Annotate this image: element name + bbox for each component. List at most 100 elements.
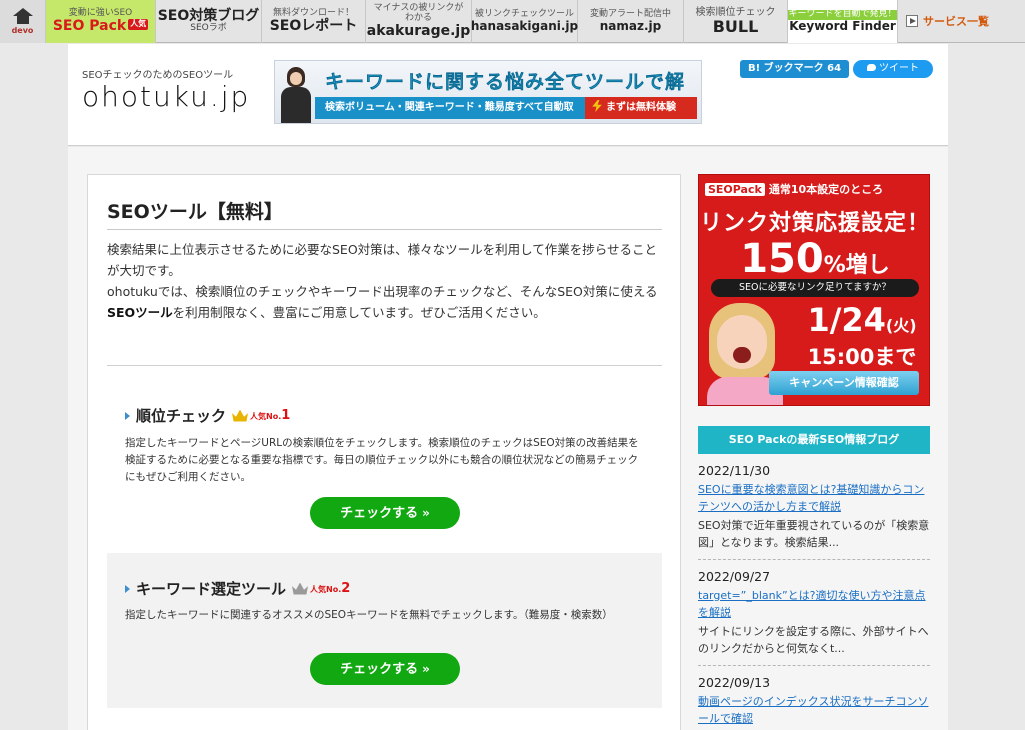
nav-item-title: BULL (712, 17, 759, 37)
ad-percent-value: 150 (740, 236, 824, 282)
nav-item-title: hanasakigani.jp (470, 18, 579, 33)
double-chevron-right-icon: » (422, 662, 430, 676)
arrow-right-icon (125, 584, 130, 593)
blog-date: 2022/09/27 (698, 569, 771, 584)
sidebar: SEOPack 通常10本設定のところ リンク対策応援設定！ 150%増し SEO… (698, 174, 930, 730)
site-tagline: SEOチェックのためのSEOツール (82, 70, 234, 81)
blog-excerpt: SEO対策で近年重要視されているのが「検索意図」となります。検索結果... (698, 519, 930, 549)
tool-description: 指定したキーワードとページURLの検索順位をチェックします。検索順位のチェックは… (125, 437, 639, 483)
hatena-bookmark-button[interactable]: B! ブックマーク 64 (740, 60, 850, 78)
nav-service-list[interactable]: サービス一覧 (898, 0, 1025, 42)
campaign-info-button[interactable]: キャンペーン情報確認 (769, 371, 919, 395)
header-ad-banner[interactable]: キーワードに関する悩み全てツールで解決！ 検索ボリューム・関連キーワード・難易度… (274, 60, 702, 124)
intro-text: 検索結果に上位表示させるために必要なSEO対策は、様々なツールを利用して作業を捗… (107, 239, 663, 323)
nav-item-seo-pack[interactable]: 変動に強いSEO SEO Pack 人気 (46, 0, 156, 43)
nav-item-title: akakurage.jp (366, 22, 471, 39)
home-icon (12, 8, 33, 24)
blog-entry: 2022/09/27 target=”_blank”とは?適切な使い方や注意点を… (698, 560, 930, 666)
page-title: SEOツール【無料】 (107, 201, 283, 223)
tool-name[interactable]: 順位チェック (136, 405, 226, 426)
ad-date-day: (火) (885, 316, 917, 335)
popular-badge: 人気 (128, 18, 149, 30)
popularity-rank: 人気No.2 (310, 581, 350, 596)
twitter-bird-icon (867, 64, 876, 71)
tweet-button-label: ツイート (879, 63, 919, 74)
nav-service-list-label: サービス一覧 (923, 15, 989, 28)
check-button[interactable]: チェックする» (310, 497, 460, 529)
nav-item-akakurage[interactable]: マイナスの被リンクがわかる akakurage.jp (366, 0, 472, 43)
nav-item-seo-blog[interactable]: SEO対策ブログ SEOラボ (156, 0, 262, 43)
arrow-right-icon (125, 411, 130, 420)
blog-date: 2022/09/13 (698, 675, 771, 690)
bolt-icon (592, 100, 602, 112)
site-logo[interactable]: ohotuku.jp (82, 80, 250, 113)
title-divider (107, 229, 662, 230)
tool-description: 指定したキーワードに関連するオススメのSEOキーワードを無料でチェックします。（… (125, 609, 613, 621)
nav-home-label: devo (11, 26, 34, 35)
intro-text-part: ohotukuでは、検索順位のチェックやキーワード出現率のチェックなど、そんなS… (107, 284, 658, 299)
nav-item-title: SEOレポート (269, 17, 358, 34)
tool-card-keyword-selection: キーワード選定ツール 人気No.2 指定したキーワードに関連するオススメのSEO… (107, 553, 662, 708)
rank-label: 人気No. (250, 412, 282, 421)
blog-excerpt: サイトにリンクを設定する際に、外部サイトへのリンクだからと何気なくt... (698, 625, 929, 655)
crown-icon (232, 409, 249, 422)
ad-brand-tag: SEOPack (705, 183, 765, 196)
tool-heading: 順位チェック 人気No.1 (125, 405, 290, 426)
ad-top-line: SEOPack 通常10本設定のところ (705, 181, 883, 197)
blog-title-link[interactable]: 動画ページのインデックス状況をサーチコンソールで確認 (698, 693, 930, 727)
tool-card-rank-check: 順位チェック 人気No.1 指定したキーワードとページURLの検索順位をチェック… (107, 375, 662, 543)
nav-item-subtitle: SEOラボ (190, 23, 227, 34)
ad-date-value: 1/24 (807, 301, 886, 339)
banner-cta[interactable]: まずは無料体験 (585, 97, 697, 119)
blog-title-link[interactable]: target=”_blank”とは?適切な使い方や注意点を解説 (698, 587, 930, 621)
banner-person-illustration (279, 63, 313, 123)
nav-item-seo-report[interactable]: 無料ダウンロード！ SEOレポート (262, 0, 366, 43)
ad-question: SEOに必要なリンク足りてますか？ (711, 279, 919, 297)
nav-home[interactable]: devo (0, 0, 46, 43)
check-button-label: チェックする (340, 506, 419, 521)
rank-label: 人気No. (310, 585, 342, 594)
blog-title-link[interactable]: SEOに重要な検索意図とは?基礎知識からコンテンツへの活かし方まで解説 (698, 481, 930, 515)
ad-time: 15:00まで (807, 345, 917, 369)
nav-item-hanasakigani[interactable]: 被リンクチェックツール hanasakigani.jp (470, 0, 579, 43)
crown-icon (292, 582, 309, 595)
check-button[interactable]: チェックする» (310, 653, 460, 685)
intro-paragraph-1: 検索結果に上位表示させるために必要なSEO対策は、様々なツールを利用して作業を捗… (107, 242, 658, 278)
content-wrapper: SEOツール【無料】 検索結果に上位表示させるために必要なSEO対策は、様々なツ… (68, 147, 948, 730)
rank-number: 2 (341, 581, 351, 596)
nav-item-namaz[interactable]: 変動アラート配信中 namaz.jp (578, 0, 684, 43)
main-column: SEOツール【無料】 検索結果に上位表示させるために必要なSEO対策は、様々なツ… (87, 174, 681, 730)
tool-heading: キーワード選定ツール 人気No.2 (125, 578, 350, 599)
intro-paragraph-2: ohotukuでは、検索順位のチェックやキーワード出現率のチェックなど、そんなS… (107, 281, 663, 323)
blog-entry: 2022/09/13 動画ページのインデックス状況をサーチコンソールで確認 (698, 666, 930, 730)
sidebar-campaign-ad[interactable]: SEOPack 通常10本設定のところ リンク対策応援設定！ 150%増し SEO… (698, 174, 930, 406)
intro-text-part: を利用制限なく、豊富にご用意しています。ぜひご活用ください。 (172, 305, 546, 320)
check-button-label: チェックする (340, 662, 419, 677)
nav-item-title: Keyword Finder (789, 18, 896, 33)
blog-date: 2022/11/30 (698, 463, 771, 478)
nav-item-title-text: SEO Pack (52, 17, 127, 34)
ad-percent-unit: %増し (823, 253, 890, 278)
ad-top-text: 通常10本設定のところ (768, 183, 884, 196)
rank-number: 1 (281, 408, 291, 423)
blog-heading: SEO Packの最新SEO情報ブログ (698, 426, 930, 454)
nav-item-title: SEO Pack 人気 (52, 17, 149, 34)
nav-item-bull[interactable]: 検索順位チェック BULL (684, 0, 788, 43)
intro-emphasis: SEOツール (107, 305, 173, 320)
nav-item-title: SEO対策ブログ (157, 7, 260, 24)
tool-name[interactable]: キーワード選定ツール (136, 578, 286, 599)
site-header: SEOチェックのためのSEOツール ohotuku.jp キーワードに関する悩み… (68, 44, 948, 146)
banner-cta-label: まずは無料体験 (606, 102, 676, 113)
section-divider (107, 365, 662, 366)
blog-entry: 2022/11/30 SEOに重要な検索意図とは?基礎知識からコンテンツへの活か… (698, 454, 930, 560)
ad-date: 1/24(火) (795, 301, 929, 339)
nav-item-caption: マイナスの被リンクがわかる (373, 2, 464, 23)
tweet-button[interactable]: ツイート (853, 60, 933, 78)
play-icon (906, 15, 918, 27)
ad-headline: リンク対策応援設定！ (699, 211, 930, 236)
nav-item-keyword-finder[interactable]: キーワードを自動で発見！ Keyword Finder (788, 0, 898, 43)
top-navigation: devo 変動に強いSEO SEO Pack 人気 SEO対策ブログ SEOラボ … (0, 0, 1025, 43)
banner-subtitle: 検索ボリューム・関連キーワード・難易度すべて自動取得！ (315, 97, 585, 119)
double-chevron-right-icon: » (422, 506, 430, 520)
nav-item-title: namaz.jp (599, 18, 662, 33)
